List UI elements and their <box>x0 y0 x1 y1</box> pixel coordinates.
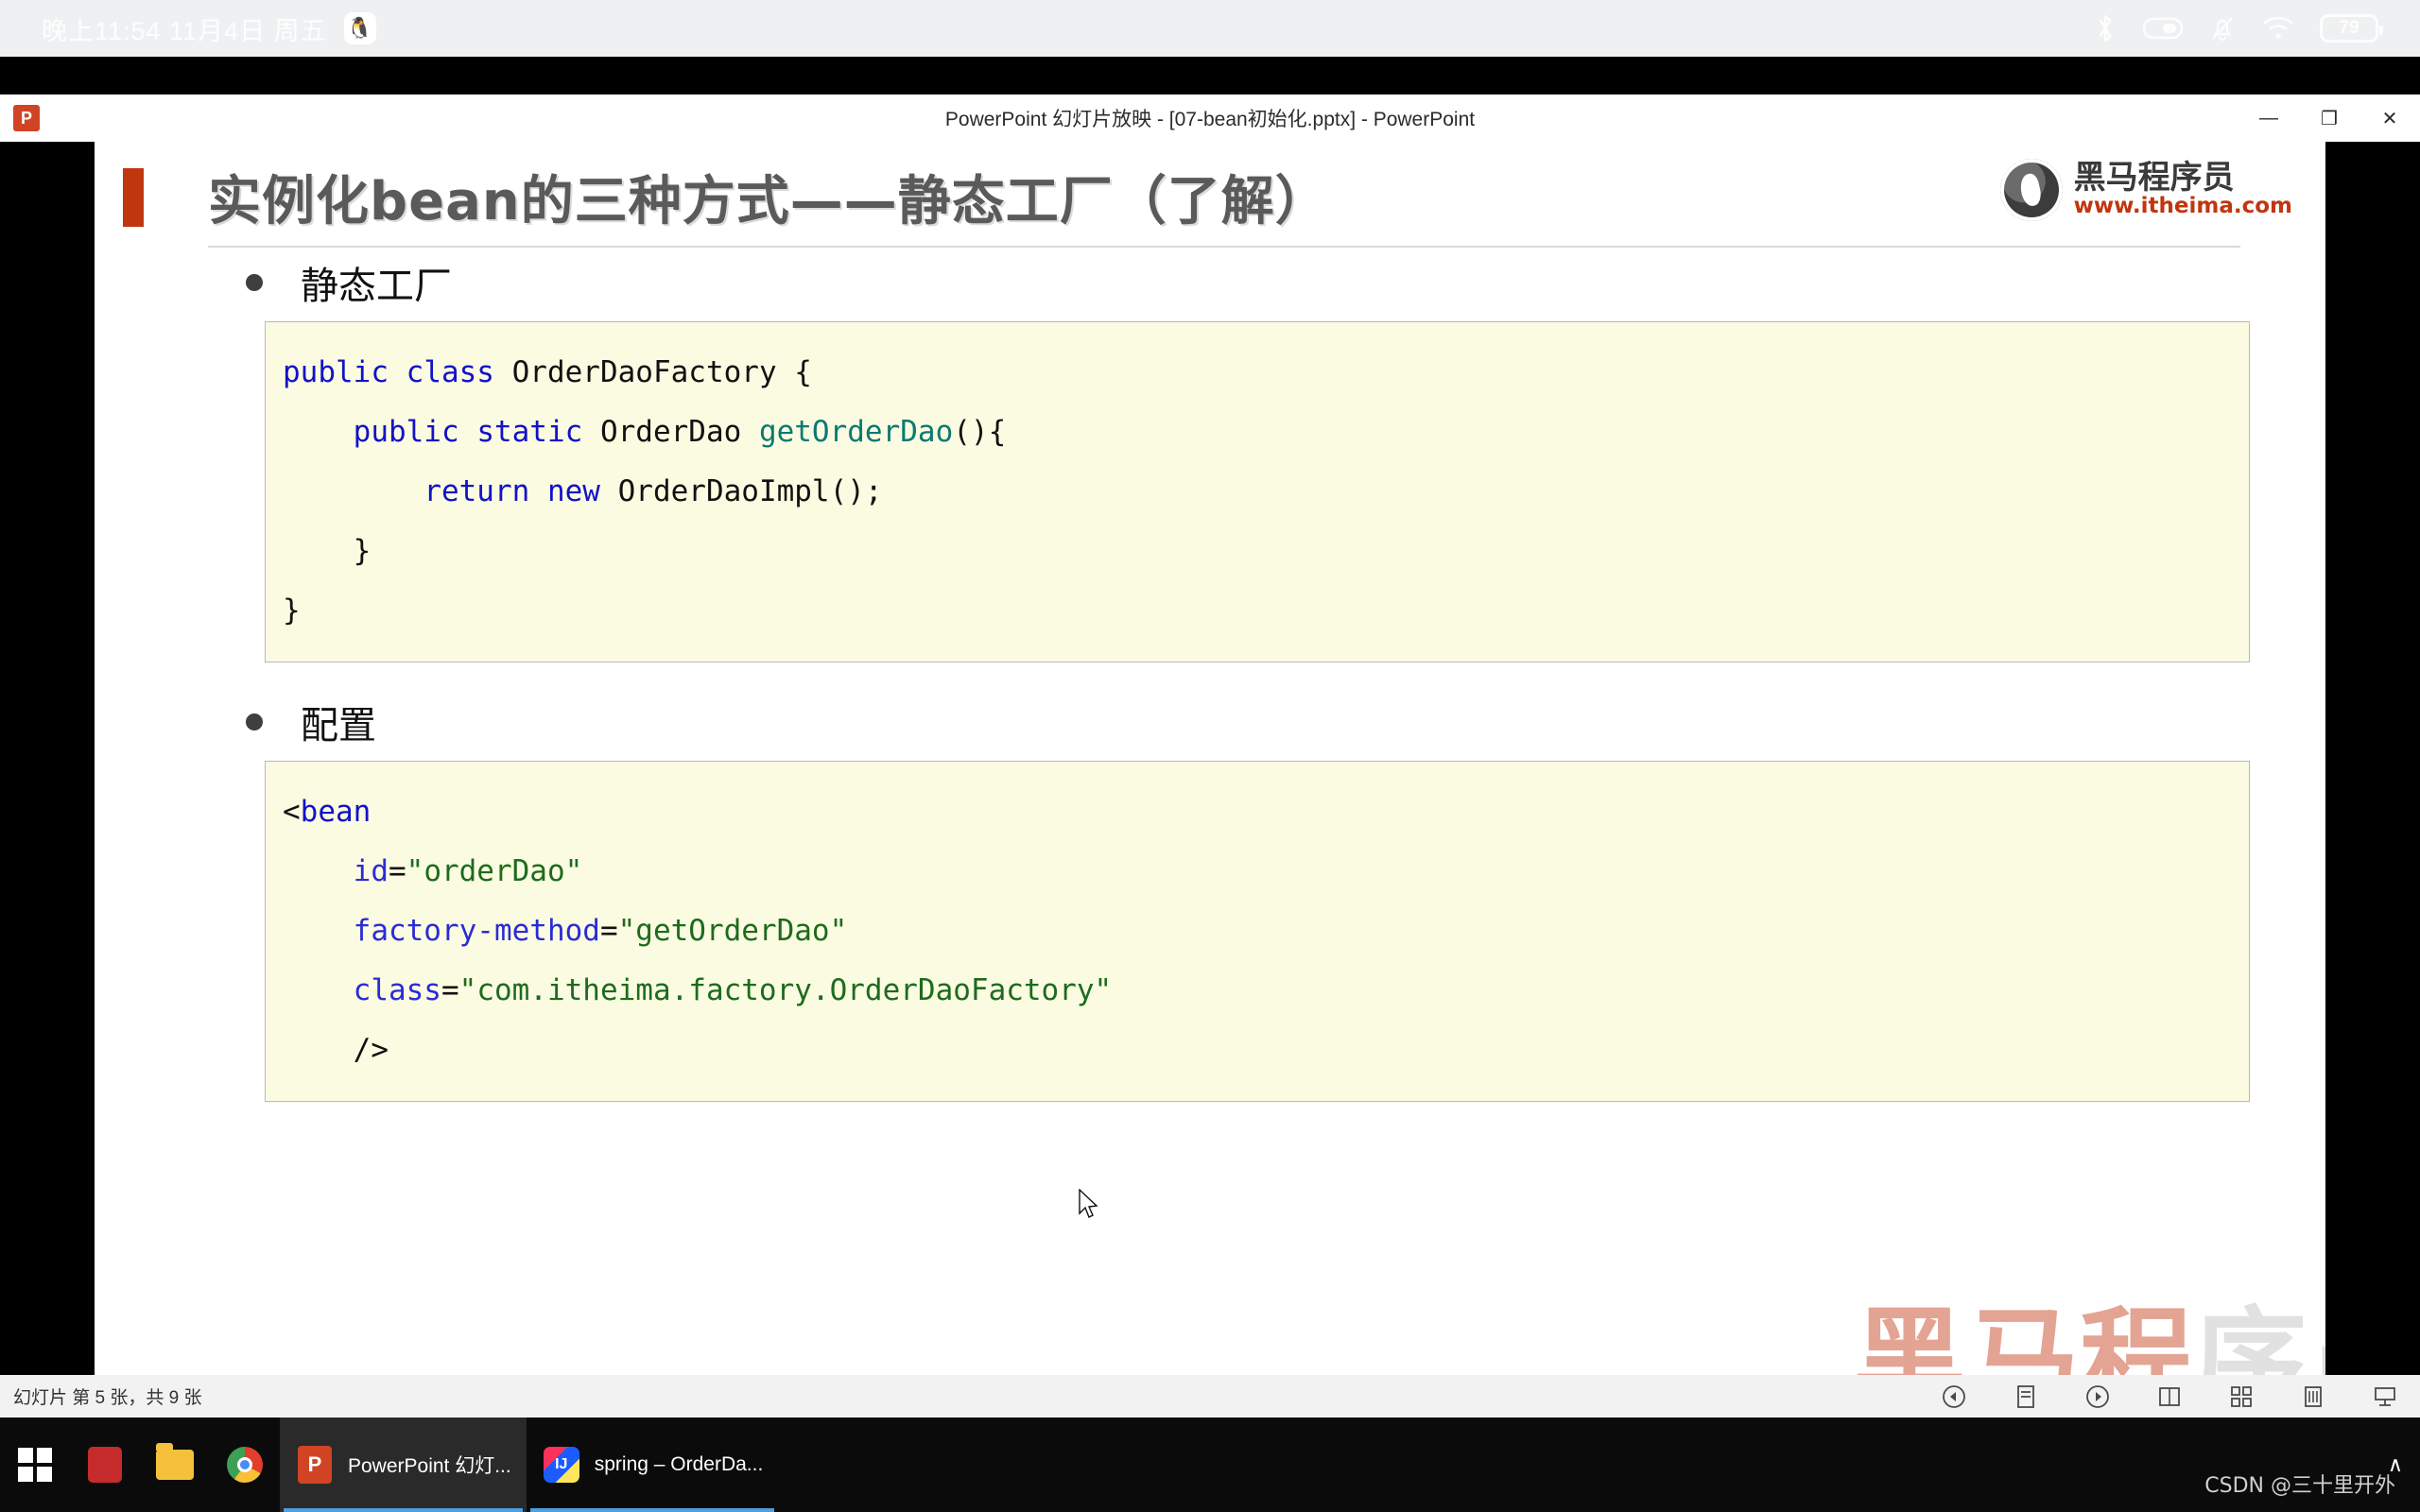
taskbar-item-powerpoint[interactable]: P PowerPoint 幻灯... <box>280 1418 527 1512</box>
pen-tool-icon[interactable] <box>2010 1381 2042 1413</box>
clock-text: 晚上11:54 11月4日 周五 <box>42 16 327 45</box>
zoom-icon[interactable] <box>2297 1381 2329 1413</box>
code-line: } <box>283 534 372 568</box>
window-controls: — ❐ ✕ <box>2238 94 2420 142</box>
horse-logo-icon <box>1999 159 2063 221</box>
close-button[interactable]: ✕ <box>2360 94 2420 142</box>
minimize-button[interactable]: — <box>2238 94 2299 142</box>
window-title: PowerPoint 幻灯片放映 - [07-bean初始化.pptx] - P… <box>944 109 1476 130</box>
status-bar-left: 晚上11:54 11月4日 周五 🐧 <box>42 10 376 47</box>
csdn-watermark: CSDN @三十里开外 <box>2204 1474 2395 1498</box>
mouse-cursor <box>1079 1189 1098 1218</box>
taskbar-item-intellij[interactable]: spring – OrderDa... <box>527 1418 779 1512</box>
battery-indicator: 79 <box>2320 14 2383 43</box>
taskbar-label: spring – OrderDa... <box>594 1453 764 1475</box>
code-line: public class OrderDaoFactory { <box>283 355 812 389</box>
slide-counter: 幻灯片 第 5 张，共 9 张 <box>13 1388 202 1408</box>
brand-logo: 黑马程序员 www.itheima.com <box>1999 158 2292 221</box>
code-line: } <box>283 593 301 627</box>
code-line: id="orderDao" <box>353 854 583 888</box>
system-status-bar: 晚上11:54 11月4日 周五 🐧 79 <box>0 0 2420 57</box>
mute-bell-icon[interactable] <box>2208 13 2237 43</box>
file-explorer-icon <box>155 1443 195 1485</box>
page-title: 实例化bean的三种方式——静态工厂（了解） <box>208 171 1329 232</box>
wifi-icon[interactable] <box>2261 14 2295 43</box>
xml-config-block: <bean id="orderDao" factory-method="getO… <box>265 761 2250 1102</box>
intellij-idea-icon <box>542 1445 581 1485</box>
bullet-static-factory: 静态工厂 <box>246 255 2288 310</box>
battery-level: 79 <box>2339 18 2360 38</box>
bullet-label: 静态工厂 <box>301 265 452 308</box>
title-accent-bar <box>123 168 144 227</box>
toggle-icon[interactable] <box>2142 15 2184 42</box>
bullet-dot-icon <box>246 713 263 730</box>
code-line: return new OrderDaoImpl(); <box>424 474 883 508</box>
taskbar-item-chrome[interactable] <box>210 1418 280 1512</box>
taskbar-label: PowerPoint 幻灯... <box>348 1455 511 1477</box>
powerpoint-window: P PowerPoint 幻灯片放映 - [07-bean初始化.pptx] -… <box>0 57 2420 1418</box>
code-line: public static OrderDao getOrderDao(){ <box>353 415 1007 449</box>
chrome-icon <box>225 1445 265 1485</box>
bullet-dot-icon <box>246 274 263 291</box>
slide-header: 实例化bean的三种方式——静态工厂（了解） 黑马程序员 www.itheima… <box>95 142 2325 255</box>
presenter-view-icon[interactable] <box>2153 1381 2186 1413</box>
bluetooth-icon[interactable] <box>2093 12 2118 44</box>
window-titlebar[interactable]: P PowerPoint 幻灯片放映 - [07-bean初始化.pptx] -… <box>0 94 2420 142</box>
penguin-icon[interactable]: 🐧 <box>343 12 376 44</box>
powerpoint-icon: P <box>295 1445 335 1485</box>
windows-start-icon <box>15 1445 55 1485</box>
java-code-block: public class OrderDaoFactory { public st… <box>265 321 2250 662</box>
prev-slide-icon[interactable] <box>1938 1381 1970 1413</box>
slide-canvas[interactable]: 实例化bean的三种方式——静态工厂（了解） 黑马程序员 www.itheima… <box>95 142 2325 1413</box>
code-line: /> <box>283 1033 389 1067</box>
start-button[interactable] <box>0 1418 70 1512</box>
bullet-label: 配置 <box>301 704 376 747</box>
bullet-configuration: 配置 <box>246 695 2288 749</box>
all-slides-icon[interactable] <box>2225 1381 2257 1413</box>
taskbar-item-file-explorer[interactable] <box>140 1418 210 1512</box>
taskbar-item-red-app[interactable] <box>70 1418 140 1512</box>
powerpoint-icon: P <box>13 105 40 131</box>
slide-body: 静态工厂 public class OrderDaoFactory { publ… <box>95 255 2325 1102</box>
logo-name: 黑马程序员 <box>2073 158 2235 197</box>
title-divider <box>208 246 2240 248</box>
red-app-icon <box>85 1445 125 1485</box>
code-line: <bean <box>283 795 372 829</box>
end-show-icon[interactable] <box>2369 1381 2401 1413</box>
code-line: factory-method="getOrderDao" <box>353 914 848 948</box>
logo-url: www.itheima.com <box>2073 194 2292 219</box>
slideshow-status-bar: 幻灯片 第 5 张，共 9 张 <box>0 1375 2420 1418</box>
windows-taskbar: P PowerPoint 幻灯... spring – OrderDa... ∧ <box>0 1418 2420 1512</box>
status-bar-right: 79 <box>2093 12 2383 44</box>
slideshow-toolbar <box>1938 1381 2401 1413</box>
screen-root: 晚上11:54 11月4日 周五 🐧 79 P PowerPoint 幻灯片放映… <box>0 0 2420 1512</box>
next-slide-icon[interactable] <box>2082 1381 2114 1413</box>
restore-button[interactable]: ❐ <box>2299 94 2360 142</box>
code-line: class="com.itheima.factory.OrderDaoFacto… <box>353 973 1113 1007</box>
